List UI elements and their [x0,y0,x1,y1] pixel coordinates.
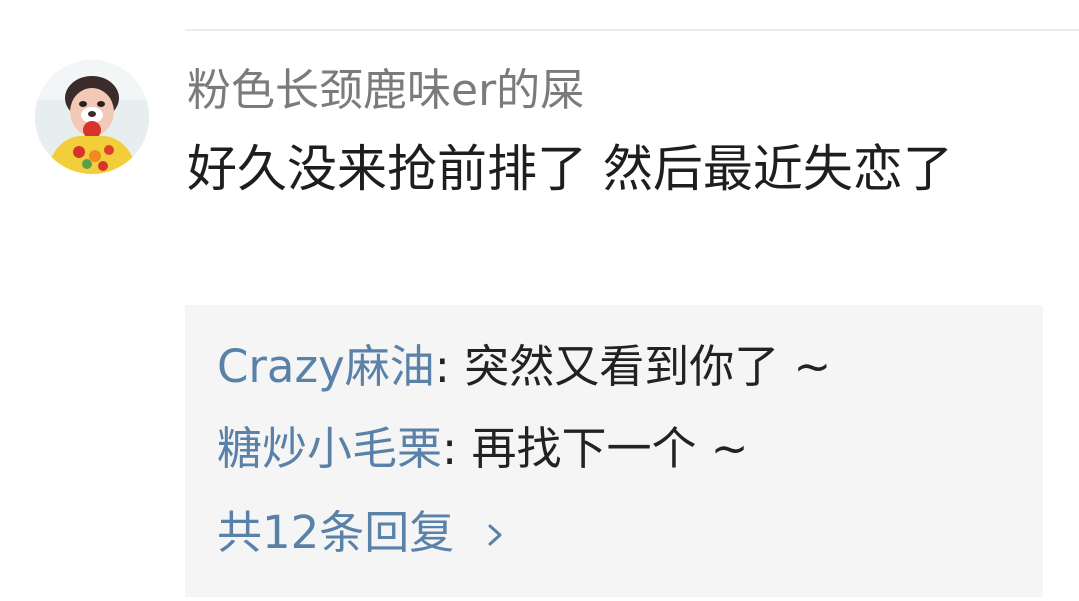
reply-separator: : [442,422,472,475]
view-all-replies-link[interactable]: 共12条回复 [217,503,503,563]
divider [185,29,1079,31]
more-replies-label: 共12条回复 [217,506,455,559]
avatar-image [35,60,149,174]
user-avatar[interactable] [35,60,149,174]
reply-separator: : [434,340,465,393]
replies-preview[interactable]: Crazy麻油: 突然又看到你了 ~ 糖炒小毛栗: 再找下一个 ~ 共12条回复 [185,305,1043,597]
reply-author[interactable]: Crazy麻油 [217,340,435,393]
reply-item[interactable]: 糖炒小毛栗: 再找下一个 ~ [217,419,749,479]
reply-author[interactable]: 糖炒小毛栗 [217,422,442,475]
comment-text: 好久没来抢前排了 然后最近失恋了 [187,140,953,198]
comment-page: 粉色长颈鹿味er的屎 好久没来抢前排了 然后最近失恋了 Crazy麻油: 突然又… [0,0,1079,601]
comment-block: 粉色长颈鹿味er的屎 好久没来抢前排了 然后最近失恋了 [187,60,1047,206]
comment-username[interactable]: 粉色长颈鹿味er的屎 [187,60,1047,122]
reply-text: 突然又看到你了 ~ [464,340,832,393]
chevron-right-icon [487,503,503,563]
reply-item[interactable]: Crazy麻油: 突然又看到你了 ~ [217,337,831,397]
reply-text: 再找下一个 ~ [471,422,749,475]
